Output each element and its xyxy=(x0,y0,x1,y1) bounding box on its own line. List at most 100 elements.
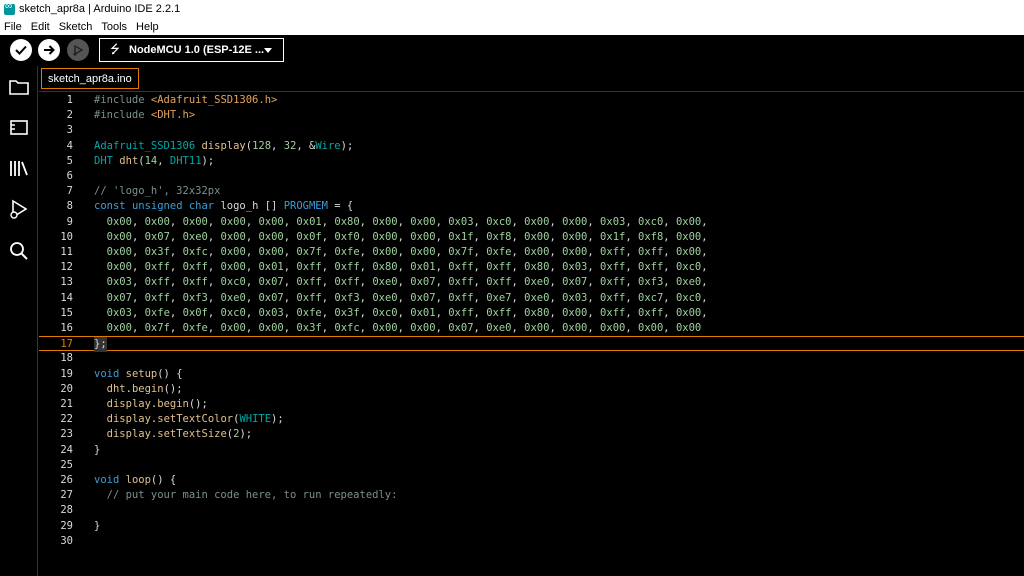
code-line[interactable]: 2 #include <DHT.h> xyxy=(39,108,1024,123)
sketchbook-button[interactable] xyxy=(8,76,30,98)
code-line[interactable]: 28 xyxy=(39,503,1024,518)
menu-help[interactable]: Help xyxy=(136,21,159,33)
play-debug-icon xyxy=(10,199,28,219)
line-number: 4 xyxy=(66,139,73,152)
code-line[interactable]: 20 dht.begin(); xyxy=(39,382,1024,397)
menu-tools[interactable]: Tools xyxy=(101,21,127,33)
code-line[interactable]: 8 const unsigned char logo_h [] PROGMEM =… xyxy=(39,199,1024,214)
board-icon xyxy=(10,120,28,135)
tab-sketch-file[interactable]: sketch_apr8a.ino xyxy=(41,68,139,89)
code-line[interactable]: 1 #include <Adafruit_SSD1306.h> xyxy=(39,93,1024,108)
editor-tab-bar: sketch_apr8a.ino xyxy=(39,66,1024,91)
code-line[interactable]: 24} xyxy=(39,443,1024,458)
code-line[interactable]: 29} xyxy=(39,519,1024,534)
line-number: 13 xyxy=(60,276,73,289)
code-text[interactable]: 0x00, 0x7f, 0xfe, 0x00, 0x00, 0x3f, 0xfc… xyxy=(94,321,702,336)
code-text[interactable]: Adafruit_SSD1306 display(128, 32, &Wire)… xyxy=(94,139,353,154)
board-selector[interactable]: ⭍ NodeMCU 1.0 (ESP-12E ... xyxy=(99,38,284,62)
code-editor[interactable]: 1 #include <Adafruit_SSD1306.h> 2 #include … xyxy=(39,91,1024,576)
menu-edit[interactable]: Edit xyxy=(31,21,50,33)
code-text[interactable]: }; xyxy=(94,337,107,353)
code-text[interactable]: 0x00, 0x3f, 0xfc, 0x00, 0x00, 0x7f, 0xfe… xyxy=(94,245,708,260)
debug-icon xyxy=(73,44,84,56)
code-line[interactable]: 18 xyxy=(39,351,1024,366)
code-text[interactable]: #include <DHT.h> xyxy=(94,108,195,123)
menu-bar: File Edit Sketch Tools Help xyxy=(0,18,1024,35)
code-line[interactable]: 27 // put your main code here, to run re… xyxy=(39,488,1024,503)
line-number: 17 xyxy=(60,338,73,351)
usb-icon: ⭍ xyxy=(110,41,120,56)
code-line[interactable]: 15 0x03, 0xfe, 0x0f, 0xc0, 0x03, 0xfe, 0… xyxy=(39,306,1024,321)
line-number: 20 xyxy=(60,382,73,395)
code-line[interactable]: 12 0x00, 0xff, 0xff, 0x00, 0x01, 0xff, 0… xyxy=(39,260,1024,275)
code-line[interactable]: 25 xyxy=(39,458,1024,473)
code-text[interactable]: } xyxy=(94,443,100,458)
code-line[interactable]: 6 xyxy=(39,169,1024,184)
code-text[interactable]: // 'logo_h', 32x32px xyxy=(94,184,220,199)
code-line[interactable]: 17}; xyxy=(39,336,1024,353)
code-text[interactable]: #include <Adafruit_SSD1306.h> xyxy=(94,93,277,108)
line-number: 29 xyxy=(60,519,73,532)
code-line[interactable]: 22 display.setTextColor(WHITE); xyxy=(39,412,1024,427)
code-line[interactable]: 19 void setup() { xyxy=(39,367,1024,382)
library-icon xyxy=(10,161,28,176)
arduino-logo-icon xyxy=(4,1,15,15)
line-number: 10 xyxy=(60,230,73,243)
code-line[interactable]: 10 0x00, 0x07, 0xe0, 0x00, 0x00, 0x0f, 0… xyxy=(39,230,1024,245)
code-text[interactable]: 0x00, 0x00, 0x00, 0x00, 0x00, 0x01, 0x80… xyxy=(94,215,708,230)
code-line[interactable]: 11 0x00, 0x3f, 0xfc, 0x00, 0x00, 0x7f, 0… xyxy=(39,245,1024,260)
library-manager-button[interactable] xyxy=(8,157,30,179)
code-text[interactable]: 0x07, 0xff, 0xf3, 0xe0, 0x07, 0xff, 0xf3… xyxy=(94,291,708,306)
line-number: 30 xyxy=(60,534,73,547)
upload-button[interactable] xyxy=(38,39,60,61)
search-button[interactable] xyxy=(8,240,30,262)
line-number: 5 xyxy=(66,154,73,167)
code-line[interactable]: 26 void loop() { xyxy=(39,473,1024,488)
activity-sidebar xyxy=(0,66,38,576)
code-text[interactable]: // put your main code here, to run repea… xyxy=(94,488,398,503)
code-text[interactable]: DHT dht(14, DHT11); xyxy=(94,154,214,169)
boards-manager-button[interactable] xyxy=(8,116,30,138)
code-text[interactable]: display.setTextColor(WHITE); xyxy=(94,412,284,427)
menu-sketch[interactable]: Sketch xyxy=(59,21,93,33)
board-name: NodeMCU 1.0 (ESP-12E ... xyxy=(129,44,265,56)
code-line[interactable]: 7 // 'logo_h', 32x32px xyxy=(39,184,1024,199)
title-bar: sketch_apr8a | Arduino IDE 2.2.1 xyxy=(0,0,1024,18)
code-text[interactable]: void setup() { xyxy=(94,367,183,382)
line-number: 1 xyxy=(66,94,73,106)
line-number: 16 xyxy=(60,322,73,334)
verify-button[interactable] xyxy=(10,39,32,61)
folder-icon xyxy=(9,80,29,95)
line-number: 8 xyxy=(66,200,73,213)
line-number: 9 xyxy=(66,215,73,228)
code-text[interactable]: const unsigned char logo_h [] PROGMEM = … xyxy=(94,199,353,214)
code-line[interactable]: 9 0x00, 0x00, 0x00, 0x00, 0x00, 0x01, 0x… xyxy=(39,215,1024,230)
code-line[interactable]: 21 display.begin(); xyxy=(39,397,1024,412)
debug-panel-button[interactable] xyxy=(8,198,30,220)
code-text[interactable]: display.begin(); xyxy=(94,397,208,412)
code-text[interactable]: 0x03, 0xff, 0xff, 0xc0, 0x07, 0xff, 0xff… xyxy=(94,275,708,290)
code-line[interactable]: 5 DHT dht(14, DHT11); xyxy=(39,154,1024,169)
code-line[interactable]: 14 0x07, 0xff, 0xf3, 0xe0, 0x07, 0xff, 0… xyxy=(39,291,1024,306)
line-number: 12 xyxy=(60,261,73,274)
code-text[interactable]: 0x00, 0x07, 0xe0, 0x00, 0x00, 0x0f, 0xf0… xyxy=(94,230,708,245)
line-number: 25 xyxy=(60,458,73,471)
line-number: 28 xyxy=(60,504,73,517)
code-text[interactable]: void loop() { xyxy=(94,473,176,488)
code-line[interactable]: 4 Adafruit_SSD1306 display(128, 32, &Wire… xyxy=(39,139,1024,154)
code-text[interactable]: 0x00, 0xff, 0xff, 0x00, 0x01, 0xff, 0xff… xyxy=(94,260,708,275)
toolbar: ⭍ NodeMCU 1.0 (ESP-12E ... xyxy=(0,35,1024,66)
code-text[interactable]: dht.begin(); xyxy=(94,382,183,397)
code-line[interactable]: 23 display.setTextSize(2); xyxy=(39,427,1024,442)
checkmark-icon xyxy=(15,45,27,55)
line-number: 14 xyxy=(60,291,73,304)
code-text[interactable]: } xyxy=(94,519,100,534)
code-line[interactable]: 30 xyxy=(39,534,1024,549)
menu-file[interactable]: File xyxy=(4,21,22,33)
code-line[interactable]: 3 xyxy=(39,123,1024,138)
code-line[interactable]: 16 0x00, 0x7f, 0xfe, 0x00, 0x00, 0x3f, 0… xyxy=(39,321,1024,336)
code-line[interactable]: 13 0x03, 0xff, 0xff, 0xc0, 0x07, 0xff, 0… xyxy=(39,275,1024,290)
code-text[interactable]: 0x03, 0xfe, 0x0f, 0xc0, 0x03, 0xfe, 0x3f… xyxy=(94,306,708,321)
debug-button[interactable] xyxy=(67,39,89,61)
code-text[interactable]: display.setTextSize(2); xyxy=(94,427,252,442)
